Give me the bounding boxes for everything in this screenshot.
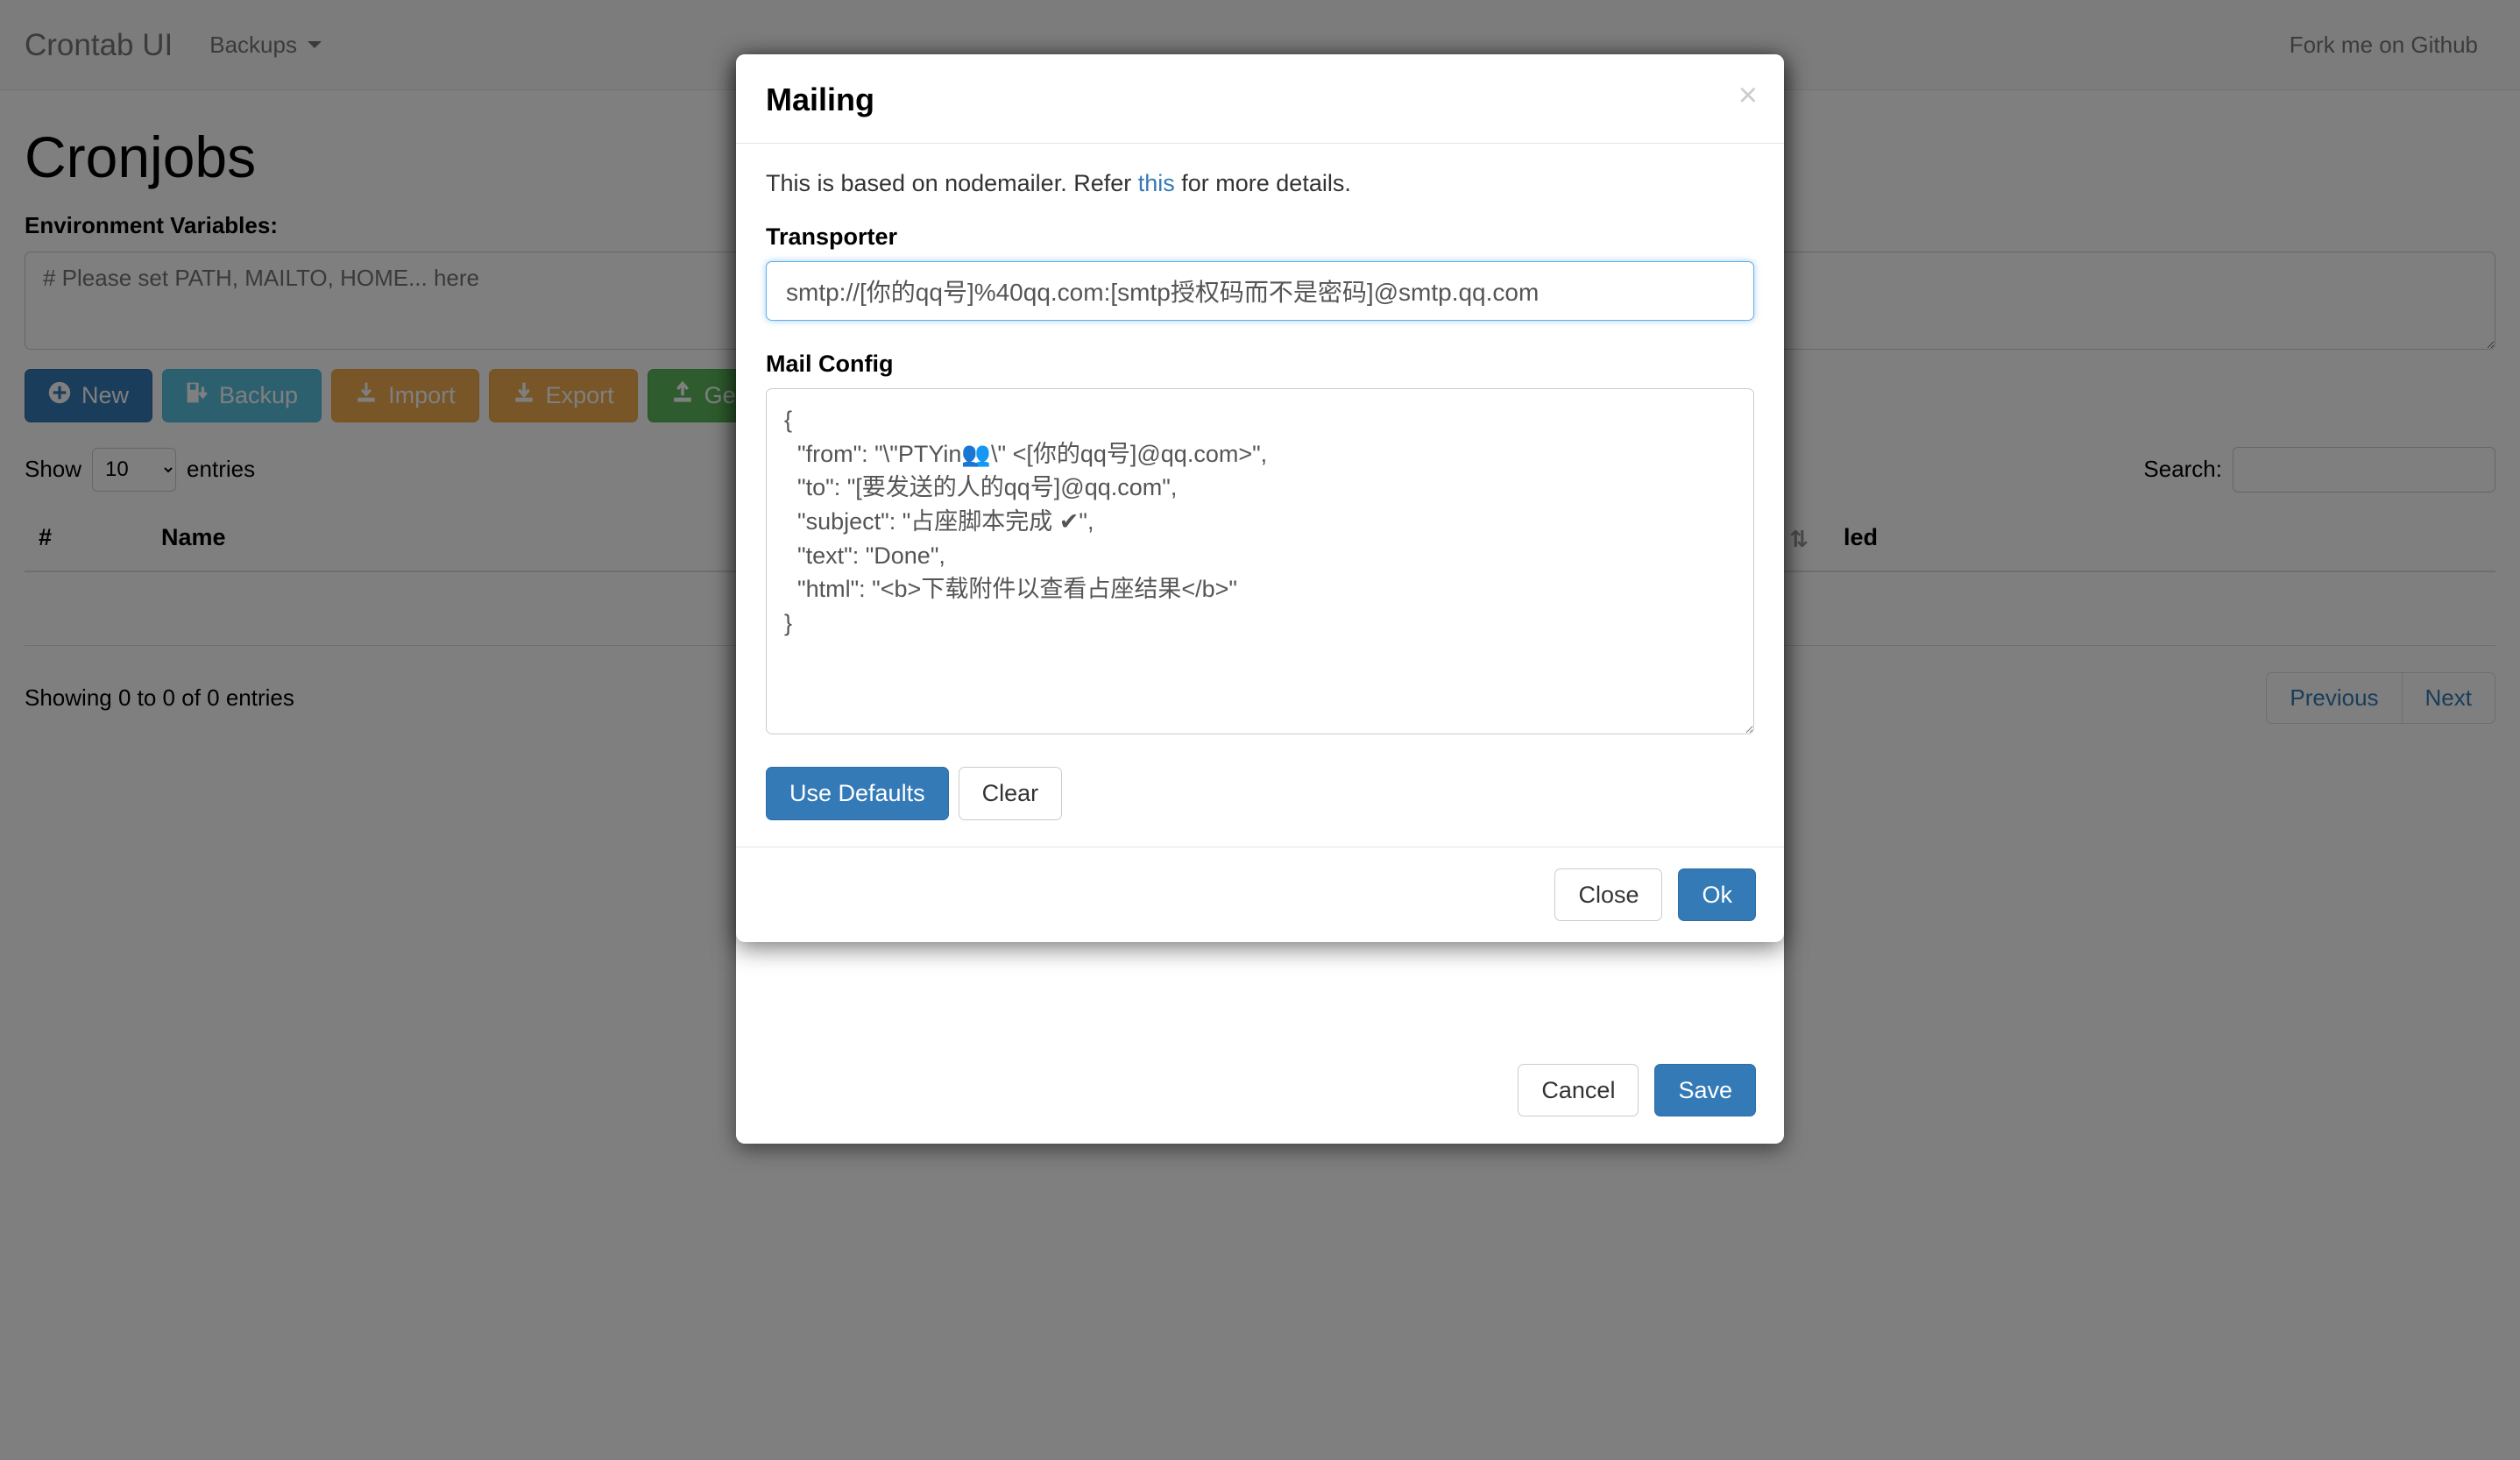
- nodemailer-doc-link[interactable]: this: [1138, 170, 1175, 196]
- transporter-input[interactable]: [766, 261, 1754, 322]
- mailing-modal: Mailing × This is based on nodemailer. R…: [736, 54, 1784, 942]
- mailing-modal-header: Mailing ×: [736, 54, 1784, 145]
- cancel-button[interactable]: Cancel: [1518, 1063, 1639, 1117]
- use-defaults-button[interactable]: Use Defaults: [766, 767, 949, 820]
- clear-button[interactable]: Clear: [958, 767, 1063, 820]
- mail-config-actions: Use Defaults Clear: [766, 767, 1754, 820]
- close-icon[interactable]: ×: [1738, 79, 1758, 112]
- save-button[interactable]: Save: [1654, 1063, 1756, 1117]
- mailing-modal-footer: Close Ok: [736, 846, 1784, 942]
- transporter-label: Transporter: [766, 223, 898, 251]
- mail-config-label: Mail Config: [766, 351, 894, 378]
- close-button[interactable]: Close: [1554, 868, 1663, 921]
- ok-button[interactable]: Ok: [1678, 868, 1756, 921]
- nodemailer-note: This is based on nodemailer. Refer this …: [766, 170, 1754, 197]
- mail-config-textarea[interactable]: { "from": "\"PTYin👥\" <[你的qq号]@qq.com>",…: [766, 388, 1754, 735]
- job-editor-modal-footer: Cancel Save: [736, 1037, 1784, 1144]
- mailing-modal-body: This is based on nodemailer. Refer this …: [736, 144, 1784, 846]
- mailing-modal-title: Mailing: [766, 82, 874, 117]
- nodemailer-note-after: for more details.: [1174, 170, 1351, 197]
- nodemailer-note-before: This is based on nodemailer. Refer: [766, 170, 1138, 197]
